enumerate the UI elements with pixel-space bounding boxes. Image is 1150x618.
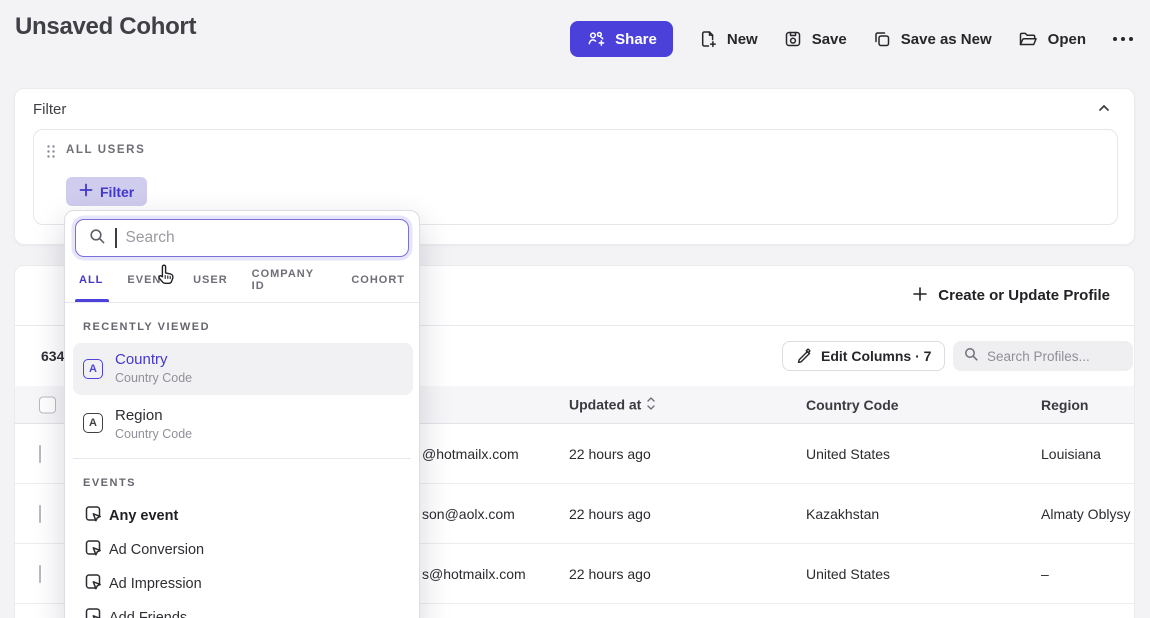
events-label: EVENTS bbox=[83, 477, 136, 489]
cursor-click-event-icon bbox=[83, 606, 103, 618]
plus-icon bbox=[79, 183, 93, 200]
cohort-builder-page: Unsaved Cohort Share bbox=[0, 0, 1150, 618]
new-button-label: New bbox=[727, 31, 758, 48]
column-header-country-code: Country Code bbox=[806, 397, 899, 413]
edit-columns-label: Edit Columns · 7 bbox=[821, 348, 931, 364]
save-as-new-button[interactable]: Save as New bbox=[872, 29, 992, 49]
plus-icon bbox=[912, 286, 928, 306]
add-filter-button[interactable]: Filter bbox=[66, 177, 147, 206]
cursor-click-event-icon bbox=[83, 504, 103, 529]
email-cell: @hotmailx.com bbox=[422, 446, 519, 462]
dropdown-tabs: ALL EVENT USER COMPANY ID COHORT bbox=[65, 257, 419, 303]
property-subtitle: Country Code bbox=[115, 371, 192, 385]
select-all-checkbox[interactable] bbox=[39, 396, 56, 413]
page-title: Unsaved Cohort bbox=[15, 13, 196, 41]
save-button-label: Save bbox=[812, 31, 847, 48]
ellipsis-icon bbox=[1111, 35, 1135, 43]
country-cell: Kazakhstan bbox=[806, 506, 879, 522]
event-title: Add Friends bbox=[109, 610, 187, 618]
folder-open-icon bbox=[1017, 29, 1039, 49]
search-profiles-box bbox=[953, 341, 1133, 371]
search-icon bbox=[88, 227, 106, 250]
search-profiles-input[interactable] bbox=[987, 349, 1117, 364]
tab-company-id[interactable]: COMPANY ID bbox=[252, 257, 328, 302]
event-item-any-event[interactable]: Any event bbox=[65, 499, 419, 533]
event-item-ad-impression[interactable]: Ad Impression bbox=[65, 567, 419, 601]
new-document-icon bbox=[698, 29, 718, 49]
event-title: Ad Conversion bbox=[109, 542, 204, 558]
cursor-click-event-icon bbox=[83, 538, 103, 563]
share-people-icon bbox=[586, 29, 606, 49]
column-header-updated-at[interactable]: Updated at bbox=[569, 396, 656, 413]
country-cell: United States bbox=[806, 566, 890, 582]
row-checkbox[interactable] bbox=[39, 565, 41, 583]
save-button[interactable]: Save bbox=[783, 29, 847, 49]
header-actions: Share New Save bbox=[570, 21, 1135, 57]
property-title: Country bbox=[115, 351, 168, 368]
email-cell: son@aolx.com bbox=[422, 506, 515, 522]
sort-icon bbox=[646, 396, 656, 413]
edit-columns-button[interactable]: Edit Columns · 7 bbox=[782, 341, 945, 371]
search-icon bbox=[963, 346, 979, 367]
property-title: Region bbox=[115, 407, 163, 424]
tab-event[interactable]: EVENT bbox=[127, 257, 169, 302]
email-cell: s@hotmailx.com bbox=[422, 566, 526, 582]
tab-cohort[interactable]: COHORT bbox=[351, 257, 405, 302]
event-title: Ad Impression bbox=[109, 576, 202, 592]
dropdown-search-box bbox=[75, 219, 409, 257]
create-or-update-profile-label: Create or Update Profile bbox=[938, 287, 1110, 304]
share-button-label: Share bbox=[615, 31, 657, 48]
region-cell: Almaty Oblysy bbox=[1041, 506, 1130, 522]
property-item-country[interactable]: A Country Country Code bbox=[73, 343, 413, 395]
save-icon bbox=[783, 29, 803, 49]
updated-cell: 22 hours ago bbox=[569, 506, 651, 522]
property-item-region[interactable]: A Region Country Code bbox=[73, 399, 413, 447]
text-caret bbox=[115, 228, 117, 248]
collapse-panel-button[interactable] bbox=[1096, 100, 1112, 119]
updated-cell: 22 hours ago bbox=[569, 446, 651, 462]
row-checkbox[interactable] bbox=[39, 445, 41, 463]
chevron-up-icon bbox=[1096, 104, 1112, 119]
letter-a-property-icon: A bbox=[83, 359, 103, 379]
tab-user[interactable]: USER bbox=[193, 257, 228, 302]
updated-cell: 22 hours ago bbox=[569, 566, 651, 582]
open-button[interactable]: Open bbox=[1017, 29, 1086, 49]
duplicate-icon bbox=[872, 29, 892, 49]
event-item-add-friends[interactable]: Add Friends bbox=[65, 601, 419, 618]
pencil-icon bbox=[796, 347, 812, 366]
filter-panel-title: Filter bbox=[33, 101, 66, 118]
save-as-new-button-label: Save as New bbox=[901, 31, 992, 48]
cursor-click-event-icon bbox=[83, 572, 103, 597]
more-actions-button[interactable] bbox=[1111, 35, 1135, 43]
column-header-region: Region bbox=[1041, 397, 1088, 413]
all-users-label: ALL USERS bbox=[66, 144, 145, 156]
tab-all[interactable]: ALL bbox=[79, 257, 103, 302]
event-title: Any event bbox=[109, 508, 178, 524]
drag-handle-icon[interactable] bbox=[46, 144, 56, 164]
divider bbox=[73, 458, 411, 459]
share-button[interactable]: Share bbox=[570, 21, 673, 57]
region-cell: Louisiana bbox=[1041, 446, 1101, 462]
event-item-ad-conversion[interactable]: Ad Conversion bbox=[65, 533, 419, 567]
property-subtitle: Country Code bbox=[115, 427, 192, 441]
add-filter-button-label: Filter bbox=[100, 184, 134, 200]
country-cell: United States bbox=[806, 446, 890, 462]
row-checkbox[interactable] bbox=[39, 505, 41, 523]
open-button-label: Open bbox=[1048, 31, 1086, 48]
recently-viewed-label: RECENTLY VIEWED bbox=[83, 321, 210, 333]
dropdown-search-input[interactable] bbox=[126, 229, 386, 247]
create-or-update-profile-button[interactable]: Create or Update Profile bbox=[912, 286, 1110, 306]
letter-a-property-icon: A bbox=[83, 413, 103, 433]
filter-property-dropdown: ALL EVENT USER COMPANY ID COHORT RECENTL… bbox=[64, 210, 420, 618]
region-cell: – bbox=[1041, 566, 1049, 582]
new-button[interactable]: New bbox=[698, 29, 758, 49]
